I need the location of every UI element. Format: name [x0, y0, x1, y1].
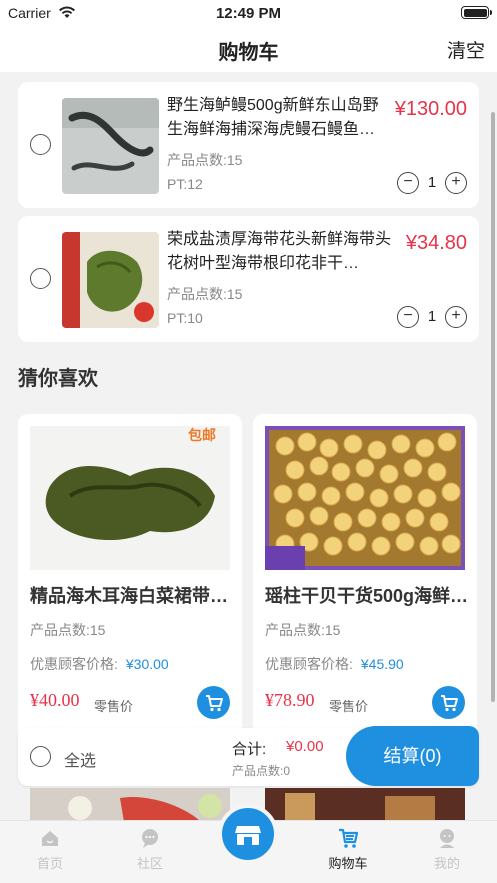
product-name[interactable]: 荣成盐渍厚海带花头新鲜海带头花树叶型海带根印花非干… [167, 228, 392, 276]
tab-label: 我的 [433, 856, 460, 871]
center-store-button[interactable] [218, 804, 278, 864]
quantity-stepper: − 1 + [397, 172, 467, 196]
retail-price-label: 零售价 [94, 699, 134, 714]
profile-icon [440, 829, 454, 848]
cart-icon [441, 695, 458, 712]
product-pt: PT:10 [167, 310, 203, 326]
item-select-radio[interactable] [30, 134, 51, 155]
select-all-label[interactable]: 全选 [64, 747, 96, 771]
checkout-button[interactable]: 结算(0) [346, 726, 479, 786]
add-to-cart-button[interactable] [197, 686, 230, 719]
tab-label: 首页 [36, 856, 63, 871]
tab-home[interactable]: 首页 [10, 827, 90, 872]
page-title: 购物车 [218, 42, 279, 64]
product-points: 产品点数:15 [167, 152, 243, 168]
vip-price-label: 优惠顾客价格: [265, 656, 353, 672]
clock: 12:49 PM [215, 5, 282, 22]
total-label: 合计: [232, 741, 267, 758]
battery-icon [461, 6, 492, 19]
quantity-value: 1 [427, 174, 437, 191]
vip-price-row: 优惠顾客价格: ¥45.90 [265, 654, 404, 674]
item-select-radio[interactable] [30, 268, 51, 289]
quantity-value: 1 [427, 308, 437, 325]
tab-cart[interactable]: 购物车 [308, 827, 388, 872]
cart-item: 野生海鲈鳗500g新鲜东山岛野生海鲜海捕深海虎鳗石鳗鱼… ¥130.00 产品点… [18, 82, 479, 208]
cart-icon [339, 828, 359, 848]
product-points: 产品点数:15 [167, 286, 243, 302]
tab-label: 社区 [136, 856, 163, 871]
total-points: 产品点数:0 [232, 764, 291, 778]
product-image[interactable]: 包邮 [30, 426, 230, 570]
clear-cart-button[interactable]: 清空 [447, 36, 485, 63]
decrease-quantity-button[interactable]: − [397, 172, 419, 194]
store-icon [235, 826, 261, 845]
product-price: ¥130.00 [394, 98, 467, 120]
recommend-section-title: 猜你喜欢 [18, 368, 98, 390]
product-thumbnail[interactable] [62, 98, 159, 194]
product-thumbnail[interactable] [62, 232, 159, 328]
navbar: 购物车 清空 [0, 26, 497, 72]
scrollbar[interactable] [491, 112, 495, 702]
vip-price: ¥45.90 [360, 656, 404, 672]
product-points: 产品点数:15 [30, 622, 106, 638]
total-value: ¥0.00 [286, 738, 324, 755]
home-icon [42, 831, 58, 846]
chat-icon [142, 829, 158, 848]
add-to-cart-button[interactable] [432, 686, 465, 719]
product-name[interactable]: 瑶柱干贝干货500g海鲜… [265, 582, 469, 608]
decrease-quantity-button[interactable]: − [397, 306, 419, 328]
product-name[interactable]: 精品海木耳海白菜裙带… [30, 582, 234, 608]
product-name[interactable]: 野生海鲈鳗500g新鲜东山岛野生海鲜海捕深海虎鳗石鳗鱼… [167, 94, 392, 142]
retail-price-label: 零售价 [329, 699, 369, 714]
product-points: 产品点数:15 [265, 622, 341, 638]
retail-price: ¥78.90 [265, 690, 315, 710]
tab-label: 购物车 [328, 856, 368, 871]
tab-profile[interactable]: 我的 [407, 827, 487, 872]
increase-quantity-button[interactable]: + [445, 306, 467, 328]
product-badge: 包邮 [188, 427, 216, 443]
cart-icon [206, 695, 223, 712]
tab-community[interactable]: 社区 [110, 827, 190, 872]
vip-price: ¥30.00 [125, 656, 169, 672]
recommend-product-card[interactable]: 包邮 精品海木耳海白菜裙带… 产品点数:15 优惠顾客价格: ¥30.00 ¥40… [18, 414, 242, 744]
product-price: ¥34.80 [405, 232, 467, 254]
product-pt: PT:12 [167, 176, 203, 192]
retail-price: ¥40.00 [30, 690, 80, 710]
recommend-product-card[interactable]: 瑶柱干贝干货500g海鲜… 产品点数:15 优惠顾客价格: ¥45.90 ¥78.… [253, 414, 477, 744]
vip-price-label: 优惠顾客价格: [30, 656, 118, 672]
vip-price-row: 优惠顾客价格: ¥30.00 [30, 654, 169, 674]
status-bar: Carrier 12:49 PM [0, 0, 497, 26]
cart-item: 荣成盐渍厚海带花头新鲜海带头花树叶型海带根印花非干… ¥34.80 产品点数:1… [18, 216, 479, 342]
increase-quantity-button[interactable]: + [445, 172, 467, 194]
quantity-stepper: − 1 + [397, 306, 467, 330]
product-image[interactable] [265, 426, 465, 570]
select-all-radio[interactable] [30, 746, 51, 767]
